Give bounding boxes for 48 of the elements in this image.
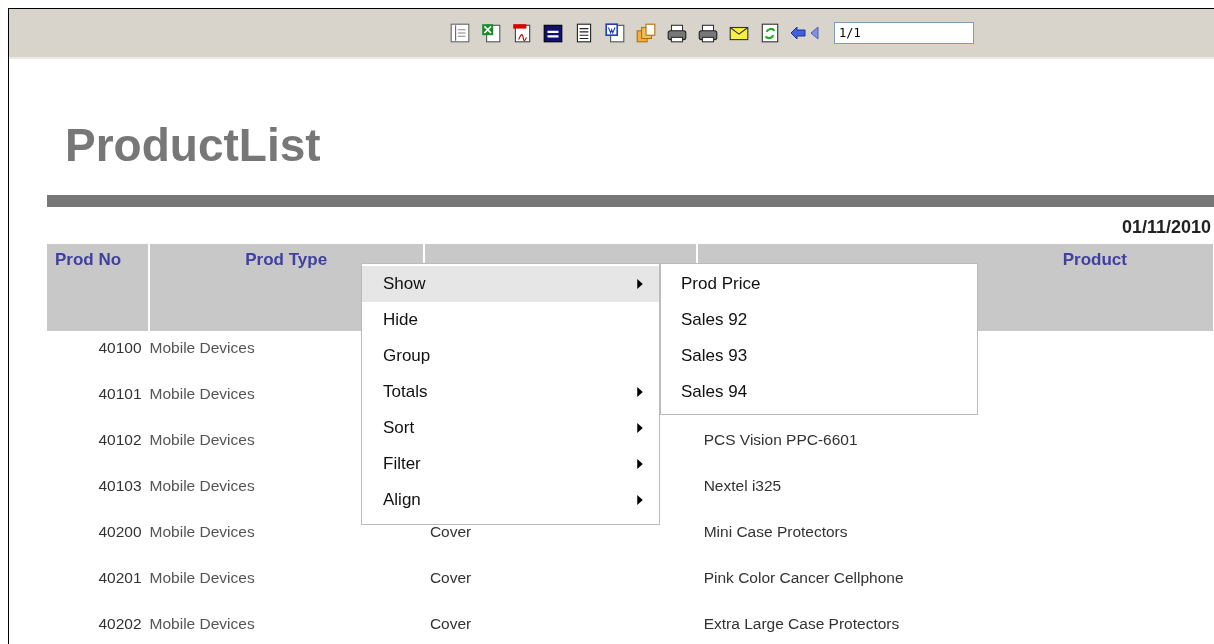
table-cell: Mobile Devices	[149, 477, 255, 495]
menu-item[interactable]: Sales 93	[661, 338, 977, 374]
table-cell: Extra Large Case Protectors	[703, 615, 900, 633]
table-cell: 40202	[98, 615, 142, 633]
table-cell: Cover	[429, 569, 472, 587]
submenu-arrow-icon	[637, 495, 643, 505]
menu-item[interactable]: Totals	[362, 374, 659, 410]
spreadsheet-icon[interactable]	[480, 22, 502, 44]
report-date: 01/11/2010	[1120, 217, 1211, 238]
table-cell: Mobile Devices	[149, 431, 255, 449]
column-header: Prod No	[47, 244, 148, 331]
menu-item[interactable]: Group	[362, 338, 659, 374]
printer-icon[interactable]	[666, 22, 688, 44]
list-view-icon[interactable]	[449, 22, 471, 44]
submenu-arrow-icon	[637, 459, 643, 469]
table-cell: 40103	[98, 477, 142, 495]
menu-item[interactable]: Show	[362, 266, 659, 302]
table-cell: 40201	[98, 569, 142, 587]
page-number-field[interactable]: 1/1	[834, 22, 974, 44]
table-cell: Nextel i325	[703, 477, 782, 495]
menu-item[interactable]: Filter	[362, 446, 659, 482]
printer-icon[interactable]	[697, 22, 719, 44]
table-cell: Mobile Devices	[149, 385, 255, 403]
table-cell: 40102	[98, 431, 142, 449]
table-cell: Mini Case Protectors	[703, 523, 848, 541]
menu-item[interactable]: Sales 94	[661, 374, 977, 410]
table-cell: Mobile Devices	[149, 339, 255, 357]
report-title: ProductList	[65, 118, 322, 173]
submenu-arrow-icon	[637, 387, 643, 397]
refresh-icon[interactable]	[759, 22, 781, 44]
table-cell: PCS Vision PPC-6601	[703, 431, 858, 449]
table-cell: Mobile Devices	[149, 615, 255, 633]
table-cell: Mobile Devices	[149, 523, 255, 541]
menu-item[interactable]: Sort	[362, 410, 659, 446]
csv-icon[interactable]	[542, 22, 564, 44]
submenu-arrow-icon	[637, 423, 643, 433]
pdf-icon[interactable]	[511, 22, 533, 44]
table-cell: 40200	[98, 523, 142, 541]
table-cell: Pink Color Cancer Cellphone	[703, 569, 904, 587]
table-cell: 40100	[98, 339, 142, 357]
table-cell: Mobile Devices	[149, 569, 255, 587]
submenu-arrow-icon	[637, 279, 643, 289]
word-document-icon[interactable]	[604, 22, 626, 44]
table-cell: Cover	[429, 615, 472, 633]
table-cell: 40101	[98, 385, 142, 403]
table-cell: Cover	[429, 523, 472, 541]
menu-item[interactable]: Align	[362, 482, 659, 518]
copy-pages-icon[interactable]	[635, 22, 657, 44]
